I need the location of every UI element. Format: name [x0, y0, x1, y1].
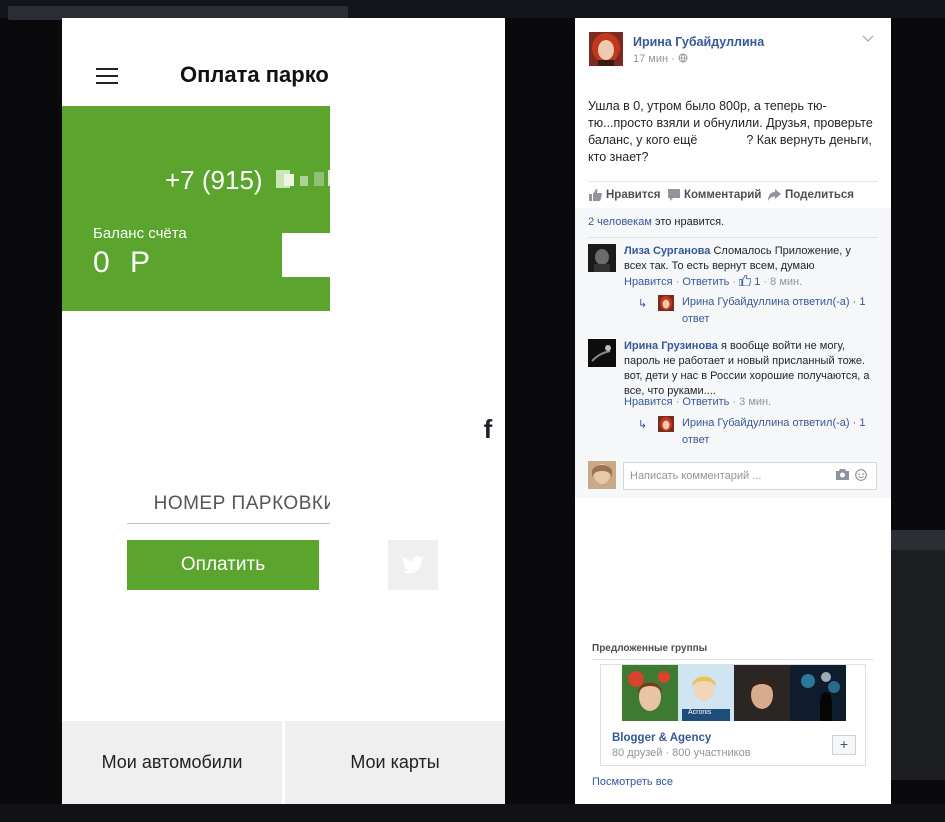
comment-label: Комментарий	[684, 189, 762, 201]
group-name[interactable]: Blogger & Agency	[612, 732, 711, 744]
meta-separator: ·	[732, 276, 740, 288]
comment-body: Лиза Сурганова Сломалось Приложение, у в…	[624, 244, 874, 274]
balance-label: Баланс счёта	[93, 225, 187, 242]
group-image	[734, 665, 790, 721]
facebook-share-button[interactable]: f	[330, 36, 505, 804]
author-avatar[interactable]	[589, 32, 623, 66]
post-time: 17 мин ·	[633, 53, 688, 65]
comment-like-link[interactable]: Нравится	[624, 396, 673, 408]
parking-app-screen: Оплата парковок +7 (915) Баланс счёта 0 …	[62, 18, 505, 804]
suggested-groups-title: Предложенные группы	[592, 643, 874, 660]
group-image: Acronis	[678, 665, 734, 721]
replies-summary-text: Ирина Губайдуллина ответил(-а) · 1 ответ	[682, 417, 866, 446]
post-text: Ушла в 0, утром было 800р, а теперь тю-т…	[588, 98, 881, 166]
comment-meta: Нравится · Ответить · 3 мин.	[624, 396, 771, 408]
post-action-bar: Нравится Комментарий Поделиться	[588, 181, 878, 207]
comment: Лиза Сурганова Сломалось Приложение, у в…	[588, 244, 878, 334]
comments-area: 2 человекам это нравится. Лиза Сурганова…	[575, 208, 891, 498]
comment-body: Ирина Грузинова я вообще войти не могу, …	[624, 339, 874, 399]
like-count-icon	[738, 274, 752, 287]
chevron-down-icon[interactable]	[862, 35, 874, 43]
share-icon	[768, 189, 781, 201]
share-action[interactable]: Поделиться	[768, 189, 854, 201]
join-group-button[interactable]: +	[832, 735, 856, 755]
comment-input-icons	[836, 469, 867, 481]
post-time-text: 17 мин ·	[633, 53, 675, 65]
group-cover-images: Acronis	[622, 665, 846, 721]
comment-time: · 8 мин.	[763, 276, 803, 288]
likes-count-link[interactable]: 2 человекам	[588, 216, 652, 228]
globe-icon	[678, 53, 688, 63]
pay-button[interactable]: Оплатить	[127, 540, 319, 590]
comment-reply-link[interactable]: Ответить	[682, 396, 729, 408]
author-name[interactable]: Ирина Губайдуллина	[633, 35, 764, 49]
commenter-avatar[interactable]	[588, 339, 616, 367]
like-icon	[589, 189, 602, 201]
comment-reply-link[interactable]: Ответить	[682, 276, 729, 288]
likes-summary: 2 человекам это нравится.	[588, 216, 878, 238]
comment-icon	[668, 189, 680, 201]
tab-my-cars[interactable]: Мои автомобили	[62, 721, 282, 804]
reply-avatar	[658, 295, 674, 311]
reply-arrow-icon: ↳	[638, 298, 648, 310]
suggested-group-card[interactable]: Acronis Blogger & Agency 80 друзей · 800…	[600, 664, 866, 766]
commenter-name[interactable]: Лиза Сурганова	[624, 245, 710, 257]
group-image-caption: Acronis	[688, 709, 712, 716]
background-bottom-bar	[0, 804, 945, 822]
current-user-avatar	[588, 461, 616, 489]
replies-summary-text: Ирина Губайдуллина ответил(-а) · 1 ответ	[682, 296, 866, 325]
comment-meta: Нравится · Ответить · 1 · 8 мин.	[624, 274, 803, 288]
menu-icon[interactable]	[96, 68, 118, 84]
phone-number: +7 (915)	[165, 165, 263, 195]
twitter-icon	[402, 556, 424, 574]
like-label: Нравится	[606, 189, 661, 201]
twitter-share-button[interactable]	[388, 540, 438, 590]
write-comment-row	[588, 461, 878, 493]
balance-value: 0 Р	[93, 246, 157, 279]
group-stats: 80 друзей · 800 участников	[612, 747, 751, 759]
reply-avatar	[658, 416, 674, 432]
share-label: Поделиться	[785, 189, 855, 201]
comment: Ирина Грузинова я вообще войти не могу, …	[588, 339, 878, 459]
likes-suffix: это нравится.	[654, 216, 725, 228]
like-action[interactable]: Нравится	[589, 189, 660, 201]
comment-like-link[interactable]: Нравится	[624, 276, 673, 288]
group-image	[790, 665, 846, 721]
reply-arrow-icon: ↳	[638, 419, 648, 431]
see-all-link[interactable]: Посмотреть все	[592, 776, 673, 788]
commenter-name[interactable]: Ирина Грузинова	[624, 340, 718, 352]
comment-like-count[interactable]: 1	[754, 276, 760, 288]
comment-action[interactable]: Комментарий	[668, 189, 761, 201]
smiley-icon[interactable]	[855, 469, 867, 481]
commenter-avatar[interactable]	[588, 244, 616, 272]
comment-time: · 3 мин.	[732, 396, 772, 408]
camera-icon[interactable]	[836, 469, 849, 480]
facebook-icon: f	[483, 413, 493, 444]
group-image	[622, 665, 678, 721]
background-side-panel-header	[890, 530, 945, 550]
tab-my-cards[interactable]: Мои карты	[285, 721, 505, 804]
background-side-panel	[890, 530, 945, 780]
facebook-post-panel: Ирина Губайдуллина 17 мин · Ушла в 0, ут…	[575, 18, 891, 804]
